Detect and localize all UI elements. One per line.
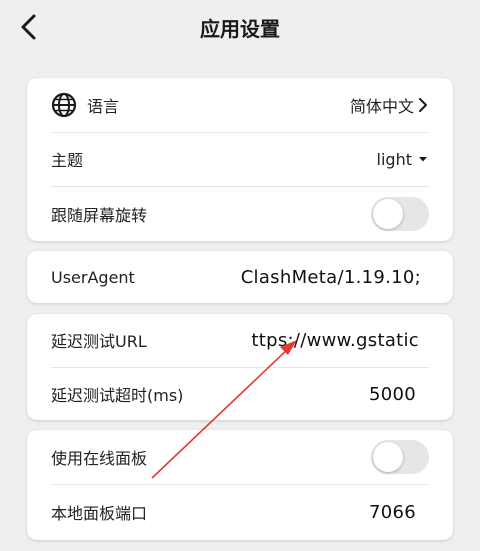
general-settings-card: 语言 简体中文 主题 light 跟随屏幕旋转 [27, 78, 453, 241]
online-panel-row: 使用在线面板 [51, 439, 429, 475]
divider [51, 367, 429, 368]
caret-down-icon [419, 157, 427, 162]
user-agent-label: UserAgent [51, 267, 135, 287]
rotate-toggle[interactable] [371, 197, 429, 231]
toggle-knob [373, 199, 403, 229]
language-row[interactable]: 语言 简体中文 [51, 88, 429, 122]
app-header: 应用设置 [0, 0, 480, 56]
page-title: 应用设置 [200, 17, 280, 41]
user-agent-card: UserAgent ClashMeta/1.19.10; [27, 251, 453, 303]
delay-timeout-label: 延迟测试超时(ms) [51, 386, 184, 405]
language-label: 语言 [87, 97, 120, 116]
language-value: 简体中文 [349, 97, 414, 116]
rotate-row: 跟随屏幕旋转 [51, 196, 429, 232]
delay-url-value: ttps://www.gstatic [251, 329, 419, 351]
local-port-row[interactable]: 本地面板端口 7066 [51, 495, 429, 529]
divider [51, 132, 429, 133]
delay-timeout-value: 5000 [368, 383, 416, 405]
online-panel-label: 使用在线面板 [51, 449, 148, 468]
toggle-knob [373, 442, 403, 472]
local-port-label: 本地面板端口 [51, 504, 148, 523]
chevron-right-icon [419, 98, 427, 112]
user-agent-value: ClashMeta/1.19.10; [240, 266, 421, 288]
divider [51, 186, 429, 187]
theme-row[interactable]: 主题 light [51, 142, 429, 176]
theme-label: 主题 [51, 151, 84, 170]
local-port-value: 7066 [368, 501, 416, 523]
rotate-label: 跟随屏幕旋转 [51, 206, 148, 225]
delay-timeout-row[interactable]: 延迟测试超时(ms) 5000 [51, 377, 429, 411]
delay-test-card: 延迟测试URL ttps://www.gstatic 延迟测试超时(ms) 50… [27, 314, 453, 420]
theme-dropdown[interactable]: light [377, 150, 429, 169]
user-agent-row[interactable]: UserAgent ClashMeta/1.19.10; [51, 260, 429, 294]
globe-icon [51, 92, 77, 118]
panel-card: 使用在线面板 本地面板端口 7066 [27, 430, 453, 540]
online-panel-toggle[interactable] [371, 440, 429, 474]
delay-url-row[interactable]: 延迟测试URL ttps://www.gstatic [51, 323, 429, 357]
delay-url-label: 延迟测试URL [51, 332, 147, 351]
divider [51, 484, 429, 485]
theme-value: light [376, 149, 412, 169]
